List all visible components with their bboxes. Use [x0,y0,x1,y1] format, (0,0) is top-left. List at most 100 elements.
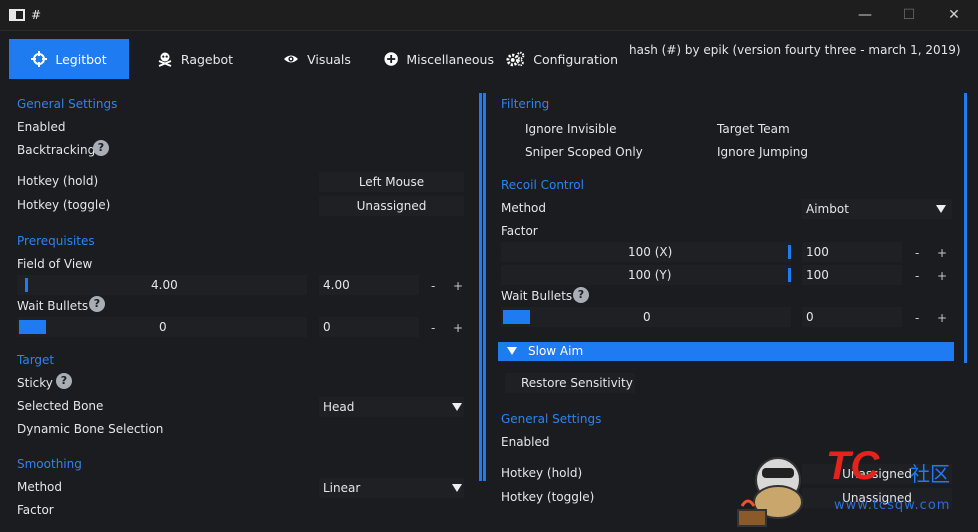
recoil-method-dropdown[interactable]: Aimbot [802,199,952,219]
wait-bullets-help-icon[interactable]: ? [89,296,105,312]
hotkey-toggle-label-right: Hotkey (toggle) [501,490,595,504]
recoil-x-slider[interactable]: 100 (X) [501,242,791,262]
recoil-wait-bullets-slider-fill[interactable] [503,310,530,324]
recoil-y-decrement-button[interactable]: - [915,269,919,283]
recoil-wait-bullets-label: Wait Bullets [501,289,573,303]
selected-bone-value: Head [323,400,355,414]
tab-label: Ragebot [180,51,234,67]
fov-decrement-button[interactable]: - [431,279,435,293]
tab-label: Miscellaneous [406,51,494,67]
crosshair-icon [31,51,48,67]
recoil-y-increment-button[interactable]: + [937,269,947,283]
recoil-method-value: Aimbot [806,202,849,216]
enabled-checkbox-right[interactable]: Enabled [501,435,550,449]
smoothing-method-dropdown[interactable]: Linear [319,478,464,498]
recoil-x-decrement-button[interactable]: - [915,246,919,260]
prerequisites-title: Prerequisites [17,234,95,248]
recoil-wait-bullets-increment-button[interactable]: + [937,311,947,325]
fov-slider-handle[interactable] [25,278,28,292]
recoil-wait-bullets-slider[interactable]: 0 [501,307,791,327]
recoil-y-slider-value: 100 (Y) [628,268,672,282]
app-icon [9,9,25,21]
wait-bullets-label: Wait Bullets [17,299,89,313]
ignore-jumping-checkbox[interactable]: Ignore Jumping [717,145,808,159]
tab-miscellaneous[interactable]: Miscellaneous [384,39,494,79]
title-bar: # — ☐ ✕ [0,0,978,31]
recoil-factor-label: Factor [501,224,538,238]
smoothing-method-label: Method [17,480,63,494]
hotkey-toggle-label: Hotkey (toggle) [17,198,111,212]
tab-bar: Legitbot Ragebot Visuals Miscellaneous C… [0,32,978,84]
general-settings-title-right: General Settings [501,412,602,426]
left-panel-scrollbar[interactable] [479,93,482,481]
tab-ragebot[interactable]: Ragebot [145,39,245,79]
selected-bone-label: Selected Bone [17,399,104,413]
ignore-invisible-checkbox[interactable]: Ignore Invisible [525,122,616,136]
right-panel-scrollbar[interactable] [964,93,967,363]
watermark: TC 社区 www.tcsqw.com [730,440,975,530]
window-title: # [31,8,42,22]
maximize-button[interactable]: ☐ [886,0,932,31]
recoil-x-input[interactable]: 100 [802,242,902,262]
tab-label: Visuals [307,51,351,67]
recoil-wait-bullets-slider-value: 0 [643,310,651,324]
backtracking-help-icon[interactable]: ? [93,140,109,156]
triangle-down-icon [507,347,517,355]
recoil-y-slider-handle[interactable] [788,268,791,282]
recoil-y-input[interactable]: 100 [802,265,902,285]
right-panel-divider [483,93,486,481]
sticky-help-icon[interactable]: ? [56,373,72,389]
watermark-mascot-icon [737,457,803,527]
chevron-down-icon[interactable] [936,205,946,213]
wait-bullets-slider-fill[interactable] [19,320,46,334]
tab-visuals[interactable]: Visuals [272,39,362,79]
recoil-x-increment-button[interactable]: + [937,246,947,260]
recoil-wait-bullets-help-icon[interactable]: ? [573,287,589,303]
restore-sensitivity-button[interactable]: Restore Sensitivity [505,373,635,393]
hotkey-toggle-button[interactable]: Unassigned [319,196,464,216]
fov-input[interactable]: 4.00 [319,275,419,295]
slow-aim-label: Slow Aim [528,344,584,358]
field-of-view-label: Field of View [17,257,93,271]
skull-crossbones-icon [158,52,172,67]
watermark-cn-text: 社区 [910,462,950,486]
wait-bullets-slider[interactable]: 0 [17,317,307,337]
sniper-scoped-only-checkbox[interactable]: Sniper Scoped Only [525,145,643,159]
close-button[interactable]: ✕ [931,0,977,31]
wait-bullets-increment-button[interactable]: + [453,321,463,335]
minimize-button[interactable]: — [842,0,888,31]
tab-label: Legitbot [55,51,107,67]
smoothing-title: Smoothing [17,457,82,471]
target-title: Target [17,353,55,367]
watermark-url: www.tcsqw.com [834,498,951,513]
wait-bullets-slider-value: 0 [159,320,167,334]
enabled-checkbox[interactable]: Enabled [17,120,66,134]
hotkey-hold-label: Hotkey (hold) [17,174,99,188]
sticky-checkbox[interactable]: Sticky [17,376,53,390]
chevron-down-icon[interactable] [452,403,462,411]
filtering-title: Filtering [501,97,550,111]
target-team-checkbox[interactable]: Target Team [717,122,790,136]
backtracking-checkbox[interactable]: Backtracking [17,143,95,157]
hotkey-hold-button[interactable]: Left Mouse [319,172,464,192]
fov-slider[interactable]: 4.00 [17,275,307,295]
hotkey-hold-label-right: Hotkey (hold) [501,466,583,480]
recoil-x-slider-value: 100 (X) [628,245,673,259]
chevron-down-icon[interactable] [452,484,462,492]
slow-aim-collapsible[interactable]: Slow Aim [498,342,954,361]
dynamic-bone-selection-checkbox[interactable]: Dynamic Bone Selection [17,422,163,436]
recoil-wait-bullets-input[interactable]: 0 [802,307,902,327]
recoil-y-slider[interactable]: 100 (Y) [501,265,791,285]
recoil-wait-bullets-decrement-button[interactable]: - [915,311,919,325]
eye-icon [284,55,299,63]
wait-bullets-decrement-button[interactable]: - [431,321,435,335]
fov-increment-button[interactable]: + [453,279,463,293]
smoothing-factor-label: Factor [17,503,54,517]
recoil-method-label: Method [501,201,547,215]
selected-bone-dropdown[interactable]: Head [319,397,464,417]
wait-bullets-input[interactable]: 0 [319,317,419,337]
tab-label: Configuration [533,51,618,67]
tab-configuration[interactable]: Configuration [506,39,618,79]
tab-legitbot[interactable]: Legitbot [9,39,129,79]
recoil-x-slider-handle[interactable] [788,245,791,259]
